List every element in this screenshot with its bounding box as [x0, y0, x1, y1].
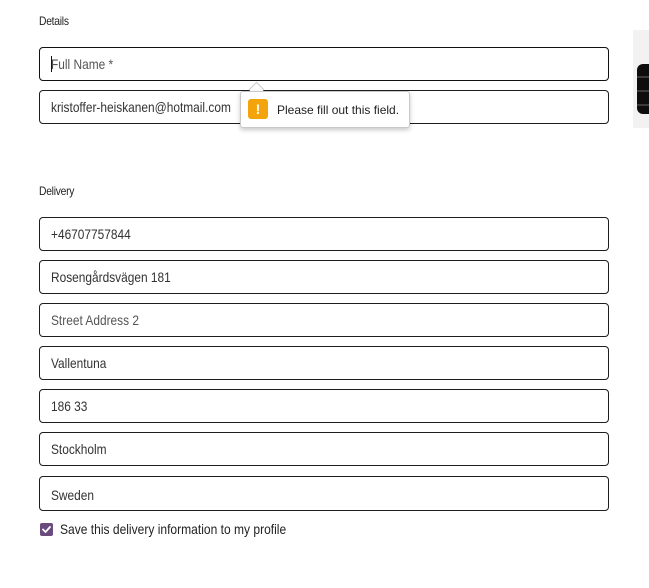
phone-number-field[interactable]: +46707757844 [39, 217, 609, 251]
full-name-field[interactable]: Full Name * [39, 47, 609, 81]
county-field[interactable]: Stockholm [39, 432, 609, 466]
street-address-2-field[interactable]: Street Address 2 [39, 303, 609, 337]
checkmark-icon [42, 526, 51, 533]
country-select[interactable]: Sweden [39, 476, 609, 511]
validation-tooltip: ! Please fill out this field. [240, 91, 410, 128]
validation-message: Please fill out this field. [277, 103, 400, 117]
product-image [637, 64, 649, 114]
phone-number-value: +46707757844 [51, 226, 131, 242]
warning-icon: ! [248, 99, 268, 119]
county-value: Stockholm [51, 441, 107, 457]
street-address-1-value: Rosengårdsvägen 181 [51, 269, 171, 285]
save-info-label[interactable]: Save this delivery information to my pro… [60, 521, 286, 538]
country-value: Sweden [51, 487, 95, 503]
street-address-1-field[interactable]: Rosengårdsvägen 181 [39, 260, 609, 294]
product-thumbnail [633, 30, 649, 128]
email-value: kristoffer-heiskanen@hotmail.com [51, 99, 231, 115]
town-city-field[interactable]: Vallentuna [39, 346, 609, 380]
save-info-checkbox[interactable] [40, 523, 53, 536]
town-city-value: Vallentuna [51, 355, 107, 371]
delivery-heading: Delivery [39, 184, 75, 198]
postcode-field[interactable]: 186 33 [39, 389, 609, 423]
street-address-2-placeholder: Street Address 2 [51, 312, 139, 328]
full-name-placeholder: Full Name * [51, 56, 114, 72]
details-heading: Details [39, 14, 69, 28]
postcode-value: 186 33 [51, 398, 88, 414]
